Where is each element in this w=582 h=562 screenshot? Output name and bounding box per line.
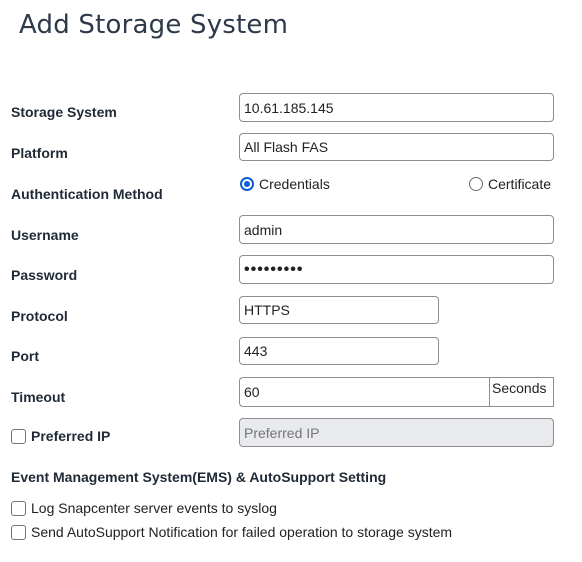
ems-section-heading: Event Management System(EMS) & AutoSuppo…: [11, 469, 387, 485]
preferred-ip-checkbox[interactable]: Preferred IP: [11, 428, 110, 444]
port-label: Port: [11, 348, 39, 364]
platform-label: Platform: [11, 145, 68, 161]
platform-input[interactable]: [239, 133, 554, 161]
port-input[interactable]: [239, 337, 439, 365]
username-input[interactable]: [239, 215, 554, 244]
preferred-ip-input[interactable]: [239, 418, 554, 447]
timeout-field: Seconds: [239, 377, 554, 407]
radio-certificate-label: Certificate: [488, 176, 552, 192]
radio-credentials[interactable]: Credentials: [240, 176, 330, 192]
checkbox-unchecked-icon: [11, 500, 26, 516]
password-label: Password: [11, 267, 78, 283]
storage-system-input[interactable]: [239, 93, 554, 122]
protocol-label: Protocol: [11, 308, 68, 324]
storage-system-label: Storage System: [11, 104, 117, 120]
radio-selected-icon: [240, 177, 254, 191]
page-title: Add Storage System: [19, 10, 289, 40]
radio-unselected-icon: [469, 177, 483, 191]
username-label: Username: [11, 227, 79, 243]
timeout-label: Timeout: [11, 389, 66, 405]
timeout-unit: Seconds: [489, 377, 554, 407]
log-syslog-checkbox[interactable]: Log Snapcenter server events to syslog: [11, 500, 277, 516]
autosupport-label: Send AutoSupport Notification for failed…: [31, 524, 453, 540]
timeout-input[interactable]: [239, 377, 490, 407]
password-input[interactable]: •••••••••: [239, 255, 554, 284]
protocol-input[interactable]: [239, 296, 439, 324]
radio-credentials-label: Credentials: [259, 176, 330, 192]
checkbox-unchecked-icon: [11, 428, 26, 444]
log-syslog-label: Log Snapcenter server events to syslog: [31, 500, 277, 516]
radio-certificate[interactable]: Certificate: [469, 176, 551, 192]
checkbox-unchecked-icon: [11, 524, 26, 540]
preferred-ip-label: Preferred IP: [31, 428, 111, 444]
autosupport-checkbox[interactable]: Send AutoSupport Notification for failed…: [11, 524, 452, 540]
authentication-method-label: Authentication Method: [11, 186, 163, 202]
